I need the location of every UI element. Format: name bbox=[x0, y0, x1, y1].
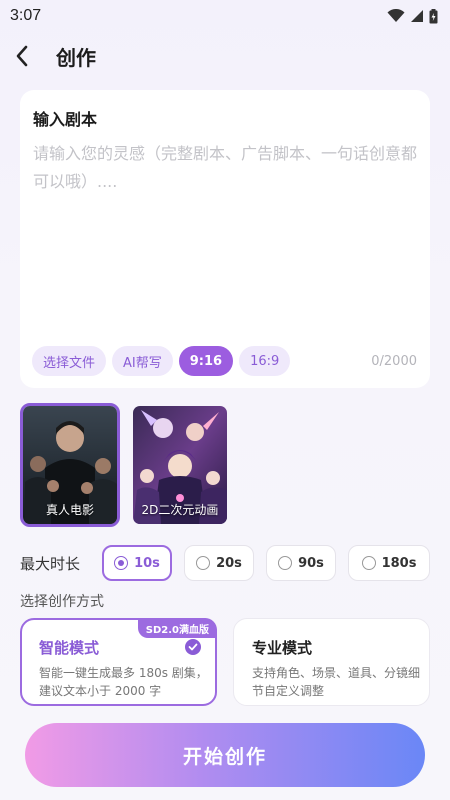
script-card: 输入剧本 请输入您的灵感（完整剧本、广告脚本、一句话创意都可以哦）.... 选择… bbox=[20, 90, 430, 388]
smart-mode-desc: 智能一键生成最多 180s 剧集，建议文本小于 2000 字 bbox=[39, 666, 208, 698]
status-bar: 3:07 bbox=[0, 0, 450, 32]
chevron-left-icon bbox=[16, 45, 28, 67]
duration-option-label: 90s bbox=[298, 555, 324, 571]
radio-icon bbox=[278, 556, 293, 570]
style-label-live-action: 真人电影 bbox=[45, 503, 94, 517]
check-icon bbox=[185, 639, 201, 655]
start-create-button[interactable]: 开始创作 bbox=[25, 723, 425, 787]
battery-icon bbox=[429, 8, 438, 23]
wifi-icon bbox=[387, 9, 405, 22]
ratio-9-16-chip[interactable]: 9:16 bbox=[178, 346, 234, 376]
duration-option-10s[interactable]: 10s bbox=[102, 545, 172, 581]
ratio-16-9-chip[interactable]: 16:9 bbox=[239, 346, 291, 376]
char-count: 0/2000 bbox=[371, 354, 417, 369]
duration-option-label: 10s bbox=[134, 555, 160, 571]
style-row: 真人电影 2D二次元动画 bbox=[20, 403, 230, 527]
header: 创作 bbox=[0, 38, 450, 74]
mode-row: SD2.0满血版 智能模式 智能一键生成最多 180s 剧集，建议文本小于 20… bbox=[20, 618, 430, 706]
radio-icon bbox=[196, 556, 211, 570]
style-label-anime: 2D二次元动画 bbox=[141, 503, 219, 517]
mode-badge: SD2.0满血版 bbox=[137, 618, 217, 638]
duration-options: 10s 20s 90s 180s bbox=[102, 545, 430, 581]
radio-icon bbox=[361, 556, 376, 570]
smart-mode-card[interactable]: SD2.0满血版 智能模式 智能一键生成最多 180s 剧集，建议文本小于 20… bbox=[20, 618, 217, 706]
duration-label: 最大时长 bbox=[20, 554, 81, 573]
status-icons bbox=[387, 8, 438, 24]
pro-mode-card[interactable]: 专业模式 支持角色、场景、道具、分镜细节自定义调整 bbox=[233, 618, 430, 706]
duration-option-20s[interactable]: 20s bbox=[184, 545, 254, 581]
signal-icon bbox=[411, 10, 423, 22]
duration-option-label: 20s bbox=[216, 555, 242, 571]
select-file-chip[interactable]: 选择文件 bbox=[32, 346, 107, 376]
status-time: 3:07 bbox=[10, 7, 42, 24]
mode-section-label: 选择创作方式 bbox=[20, 594, 104, 610]
pro-mode-desc: 支持角色、场景、道具、分镜细节自定义调整 bbox=[252, 666, 421, 698]
chip-row: 选择文件 AI帮写 9:16 16:9 bbox=[32, 346, 291, 376]
script-title: 输入剧本 bbox=[33, 110, 98, 129]
pro-mode-title: 专业模式 bbox=[252, 639, 313, 657]
page-title: 创作 bbox=[56, 45, 96, 70]
style-card-anime[interactable]: 2D二次元动画 bbox=[130, 403, 230, 527]
script-input[interactable]: 请输入您的灵感（完整剧本、广告脚本、一句话创意都可以哦）.... bbox=[33, 140, 423, 196]
duration-option-90s[interactable]: 90s bbox=[266, 545, 336, 581]
duration-option-label: 180s bbox=[381, 555, 417, 571]
radio-selected-icon bbox=[114, 556, 129, 570]
duration-row: 最大时长 10s 20s 90s 180s bbox=[20, 544, 430, 582]
duration-option-180s[interactable]: 180s bbox=[348, 545, 430, 581]
back-button[interactable] bbox=[0, 38, 44, 74]
ai-write-chip[interactable]: AI帮写 bbox=[112, 346, 173, 376]
style-card-live-action[interactable]: 真人电影 bbox=[20, 403, 120, 527]
